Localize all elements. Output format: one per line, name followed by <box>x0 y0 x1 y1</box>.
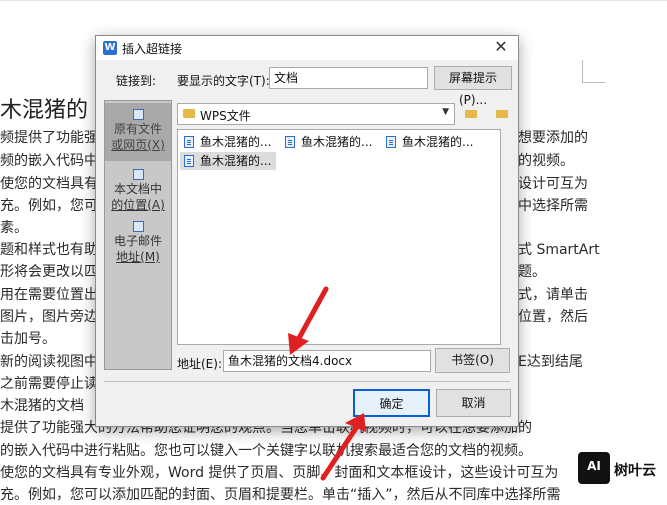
wps-app-icon: W <box>103 41 117 55</box>
doc-line-left: 素。 <box>0 220 28 236</box>
bookmark-button[interactable]: 书签(O) <box>435 348 510 373</box>
page-corner-mark <box>582 60 605 83</box>
close-button[interactable]: ✕ <box>492 38 510 56</box>
ok-button[interactable]: 确定 <box>353 389 430 417</box>
globe-file-icon <box>132 109 144 120</box>
address-label: 地址(E): <box>177 357 222 371</box>
document-icon <box>386 136 396 148</box>
doc-line-left: 频提供了功能强 <box>0 130 98 146</box>
top-border <box>0 0 667 1</box>
doc-line-right: 式，请单击 <box>518 287 588 303</box>
doc-line-right: 的视频。 <box>518 153 574 169</box>
document-icon <box>184 136 194 148</box>
doc-paragraph-line: 使您的文档具有专业外观，Word 提供了页眉、页脚、封面和文本框设计，这些设计可… <box>0 465 559 481</box>
doc-line-left: 题和样式也有助 <box>0 242 98 258</box>
folder-dropdown[interactable]: WPS文件 ▼ <box>177 103 455 125</box>
file-name: 鱼木混猪的... <box>402 135 474 149</box>
file-list: 鱼木混猪的... 鱼木混猪的... 鱼木混猪的... 鱼木混猪的... <box>177 129 501 345</box>
link-type-label: 本文档中 <box>113 182 162 196</box>
screen-tip-button[interactable]: 屏幕提示(P)... <box>434 66 512 107</box>
doc-line-left: 频的嵌入代码中 <box>0 153 98 169</box>
doc-heading: 木混猪的文档 <box>0 398 84 414</box>
doc-line-right: 位置，然后 <box>518 309 588 325</box>
link-type-email[interactable]: 电子邮件 地址(M) <box>105 215 171 273</box>
link-type-panel: 原有文件 或网页(X) 本文档中 的位置(A) 电子邮件 地址(M) <box>104 100 172 370</box>
doc-line-right: 想要添加的 <box>518 130 588 146</box>
file-item-selected[interactable]: 鱼木混猪的... <box>180 152 276 170</box>
document-icon <box>184 155 194 167</box>
doc-line-right: E达到结尾 <box>518 354 583 370</box>
doc-line-left: 新的阅读视图中 <box>0 354 98 370</box>
link-type-label: 或网页(X) <box>111 138 165 152</box>
doc-line-right: 中选择所需 <box>518 198 588 214</box>
address-input[interactable]: 鱼木混猪的文档4.docx <box>223 350 431 372</box>
link-type-label: 的位置(A) <box>111 198 165 212</box>
file-item[interactable]: 鱼木混猪的... <box>180 133 276 151</box>
display-text-label: 要显示的文字(T): <box>177 74 270 88</box>
file-item[interactable]: 鱼木混猪的... <box>382 133 478 151</box>
file-name: 鱼木混猪的... <box>301 135 373 149</box>
display-text-input[interactable]: 文档 <box>269 67 428 89</box>
doc-line-left: 充。例如，您可 <box>0 198 98 214</box>
doc-line-left: 击加号。 <box>0 331 56 347</box>
folder-icon <box>183 109 195 118</box>
document-place-icon <box>132 169 144 180</box>
file-name: 鱼木混猪的... <box>200 154 272 168</box>
watermark-brand: 树叶云 <box>614 463 656 479</box>
folder-name: WPS文件 <box>200 109 251 123</box>
doc-line-left: 图片，图片旁边 <box>0 309 98 325</box>
browse-folder-icon[interactable] <box>494 106 510 122</box>
email-icon <box>132 221 144 232</box>
doc-line-right: 设计可互为 <box>518 176 588 192</box>
doc-paragraph-line: 的嵌入代码中进行粘贴。您也可以键入一个关键字以联机搜索最适合您的文档的视频。 <box>0 443 532 459</box>
doc-line-right: 式 SmartArt <box>518 242 600 258</box>
dialog-title: 插入超链接 <box>122 42 183 56</box>
watermark-logo: AI <box>578 452 610 484</box>
document-title: 木混猪的 <box>0 98 89 123</box>
insert-hyperlink-dialog: W 插入超链接 ✕ 链接到: 要显示的文字(T): 文档 屏幕提示(P)... … <box>95 35 519 427</box>
file-item[interactable]: 鱼木混猪的... <box>281 133 377 151</box>
folder-up-icon[interactable] <box>463 106 479 122</box>
doc-line-right: 题。 <box>518 264 546 280</box>
document-icon <box>285 136 295 148</box>
link-type-label: 电子邮件 <box>113 234 162 248</box>
doc-paragraph-line: 充。例如，您可以添加匹配的封面、页眉和提要栏。单击“插入”，然后从不同库中选择所… <box>0 487 561 503</box>
link-to-label: 链接到: <box>116 74 157 88</box>
cancel-button[interactable]: 取消 <box>436 389 511 417</box>
doc-line-left: 之前需要停止读 <box>0 376 98 392</box>
link-type-label: 原有文件 <box>113 122 162 136</box>
link-type-label: 地址(M) <box>116 250 160 264</box>
file-name: 鱼木混猪的... <box>200 135 272 149</box>
doc-line-left: 形将会更改以匹 <box>0 264 98 280</box>
dialog-divider <box>104 381 510 382</box>
dialog-titlebar[interactable]: W 插入超链接 ✕ <box>96 36 518 60</box>
doc-line-left: 用在需要位置出 <box>0 287 98 303</box>
link-type-existing-file[interactable]: 原有文件 或网页(X) <box>105 103 171 161</box>
doc-line-left: 使您的文档具有 <box>0 176 98 192</box>
logo-text: AI <box>587 459 601 473</box>
chevron-down-icon: ▼ <box>442 107 449 117</box>
